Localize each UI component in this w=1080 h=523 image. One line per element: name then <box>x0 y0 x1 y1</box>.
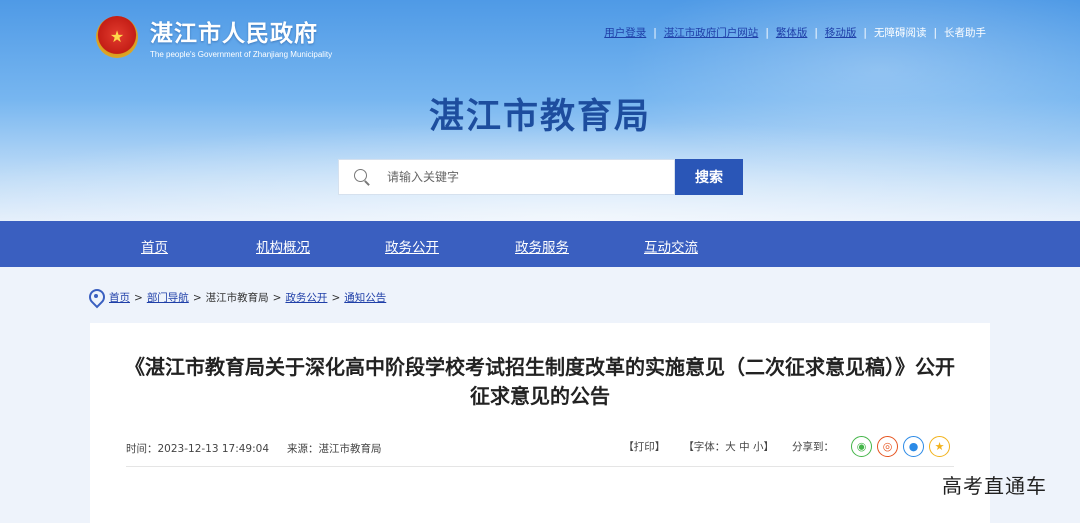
breadcrumb-separator: > <box>331 291 341 304</box>
nav-interaction[interactable]: 互动交流 <box>644 236 698 256</box>
accessibility-link[interactable]: 无障碍阅读 <box>874 25 927 40</box>
separator: | <box>933 26 937 39</box>
watermark: 高考直通车 <box>942 474 1047 498</box>
logo-text: 湛江市人民政府 The people's Government of Zhanj… <box>150 14 332 59</box>
main-nav: 首页 机构概况 政务公开 政务服务 互动交流 <box>0 221 1080 267</box>
traditional-link[interactable]: 繁体版 <box>776 25 808 40</box>
wechat-icon[interactable]: ◉ <box>851 436 872 457</box>
breadcrumb-gov-affairs[interactable]: 政务公开 <box>285 290 327 305</box>
gov-logo[interactable]: ★ 湛江市人民政府 The people's Government of Zha… <box>96 14 332 59</box>
article-meta: 时间：2023-12-13 17:49:04 来源：湛江市教育局 <box>126 441 400 456</box>
nav-about[interactable]: 机构概况 <box>256 236 310 256</box>
logo-english: The people's Government of Zhanjiang Mun… <box>150 50 333 59</box>
nav-gov-affairs[interactable]: 政务公开 <box>385 236 439 256</box>
login-link[interactable]: 用户登录 <box>604 25 646 40</box>
nav-gov-services[interactable]: 政务服务 <box>515 236 569 256</box>
top-links: 用户登录 | 湛江市政府门户网站 | 繁体版 | 移动版 | 无障碍阅读 | 长… <box>604 25 986 40</box>
article-title: 《湛江市教育局关于深化高中阶段学校考试招生制度改革的实施意见（二次征求意见稿）》… <box>125 355 955 408</box>
font-size-control[interactable]: 【字体：大 中 小】 <box>683 439 774 454</box>
article-tools: 【打印】 【字体：大 中 小】 分享到： ◉ ◎ ● ★ <box>623 436 950 457</box>
article-card: 《湛江市教育局关于深化高中阶段学校考试招生制度改革的实施意见（二次征求意见稿）》… <box>90 323 990 523</box>
separator: | <box>653 26 657 39</box>
search-input[interactable] <box>387 170 647 184</box>
share-bar: 分享到： ◉ ◎ ● ★ <box>792 436 950 457</box>
qq-icon[interactable]: ● <box>903 436 924 457</box>
mobile-link[interactable]: 移动版 <box>825 25 857 40</box>
gov-portal-link[interactable]: 湛江市政府门户网站 <box>664 25 759 40</box>
meta-divider <box>126 466 954 467</box>
breadcrumb-separator: > <box>272 291 282 304</box>
breadcrumb: 首页 > 部门导航 > 湛江市教育局 > 政务公开 > 通知公告 <box>89 289 386 306</box>
breadcrumb-separator: > <box>134 291 143 304</box>
share-label: 分享到： <box>792 441 834 453</box>
search-box[interactable] <box>338 159 675 195</box>
site-header: ★ 湛江市人民政府 The people's Government of Zha… <box>0 0 1080 221</box>
breadcrumb-bureau[interactable]: 湛江市教育局 <box>206 290 269 305</box>
location-pin-icon <box>89 289 103 306</box>
site-title: 湛江市教育局 <box>428 97 651 137</box>
search-button[interactable]: 搜索 <box>675 159 743 195</box>
national-emblem-icon: ★ <box>96 15 138 58</box>
search-bar: 搜索 <box>338 159 743 195</box>
elder-assistant-link[interactable]: 长者助手 <box>944 25 986 40</box>
breadcrumb-separator: > <box>192 291 202 304</box>
separator: | <box>765 26 769 39</box>
logo-chinese: 湛江市人民政府 <box>150 21 318 47</box>
separator: | <box>863 26 867 39</box>
print-button[interactable]: 【打印】 <box>623 439 665 454</box>
breadcrumb-notices[interactable]: 通知公告 <box>344 290 386 305</box>
breadcrumb-home[interactable]: 首页 <box>109 290 130 305</box>
article-source: 来源：湛江市教育局 <box>287 443 382 455</box>
qzone-icon[interactable]: ★ <box>929 436 950 457</box>
breadcrumb-departments[interactable]: 部门导航 <box>147 290 189 305</box>
separator: | <box>814 26 818 39</box>
weibo-icon[interactable]: ◎ <box>877 436 898 457</box>
nav-home[interactable]: 首页 <box>141 236 168 256</box>
search-icon <box>353 168 371 186</box>
publish-time: 时间：2023-12-13 17:49:04 <box>126 443 270 455</box>
